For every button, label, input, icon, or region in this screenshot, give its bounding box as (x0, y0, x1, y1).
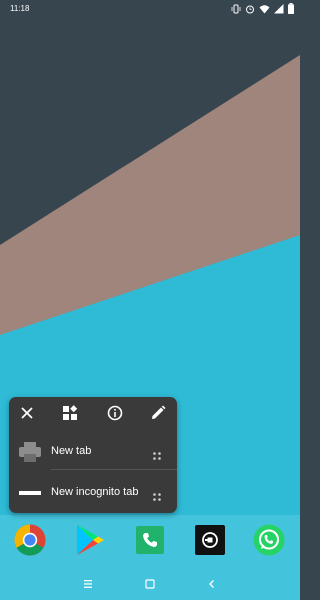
edit-icon (152, 405, 166, 419)
uber-icon (195, 525, 225, 555)
edit-button[interactable] (147, 402, 169, 424)
widgets-button[interactable] (59, 402, 81, 424)
printer-tab-icon (19, 441, 41, 463)
phone-app[interactable] (133, 523, 167, 557)
popup-toolbar (9, 397, 177, 427)
battery-icon (288, 3, 294, 14)
app-shortcuts-popup: New tab New incognito tab (9, 397, 177, 513)
recents-button[interactable] (78, 574, 98, 594)
back-icon (209, 580, 214, 588)
status-time: 11:18 (10, 4, 30, 13)
uber-app[interactable] (193, 523, 227, 557)
play-store-icon (77, 525, 104, 555)
chrome-app[interactable] (13, 523, 47, 557)
shortcut-label: New incognito tab (51, 486, 139, 498)
shortcut-label: New tab (51, 445, 92, 457)
vibrate-icon (231, 4, 241, 14)
drag-handle-icon[interactable] (153, 447, 161, 460)
play-store-app[interactable] (73, 523, 107, 557)
whatsapp-icon (253, 524, 285, 556)
app-info-button[interactable] (104, 402, 126, 424)
chrome-icon (14, 524, 46, 556)
status-icons (231, 3, 294, 14)
close-button[interactable] (16, 402, 38, 424)
wifi-icon (259, 4, 270, 14)
home-icon (145, 579, 155, 589)
shortcut-new-incognito-tab[interactable]: New incognito tab (9, 472, 177, 512)
recents-icon (84, 580, 92, 588)
app-dock (0, 517, 300, 565)
whatsapp-app[interactable] (252, 523, 286, 557)
info-icon (107, 405, 123, 421)
phone-icon (136, 526, 164, 554)
status-bar: 11:18 (0, 0, 300, 18)
navigation-bar (0, 566, 300, 600)
drag-handle-icon[interactable] (153, 488, 161, 501)
signal-icon (274, 3, 284, 14)
home-button[interactable] (140, 574, 160, 594)
alarm-icon (245, 4, 255, 14)
shortcut-divider (51, 469, 177, 470)
close-icon (21, 407, 33, 419)
widgets-icon (63, 405, 78, 420)
back-button[interactable] (202, 574, 222, 594)
incognito-icon (19, 482, 41, 504)
shortcut-new-tab[interactable]: New tab (9, 431, 177, 471)
